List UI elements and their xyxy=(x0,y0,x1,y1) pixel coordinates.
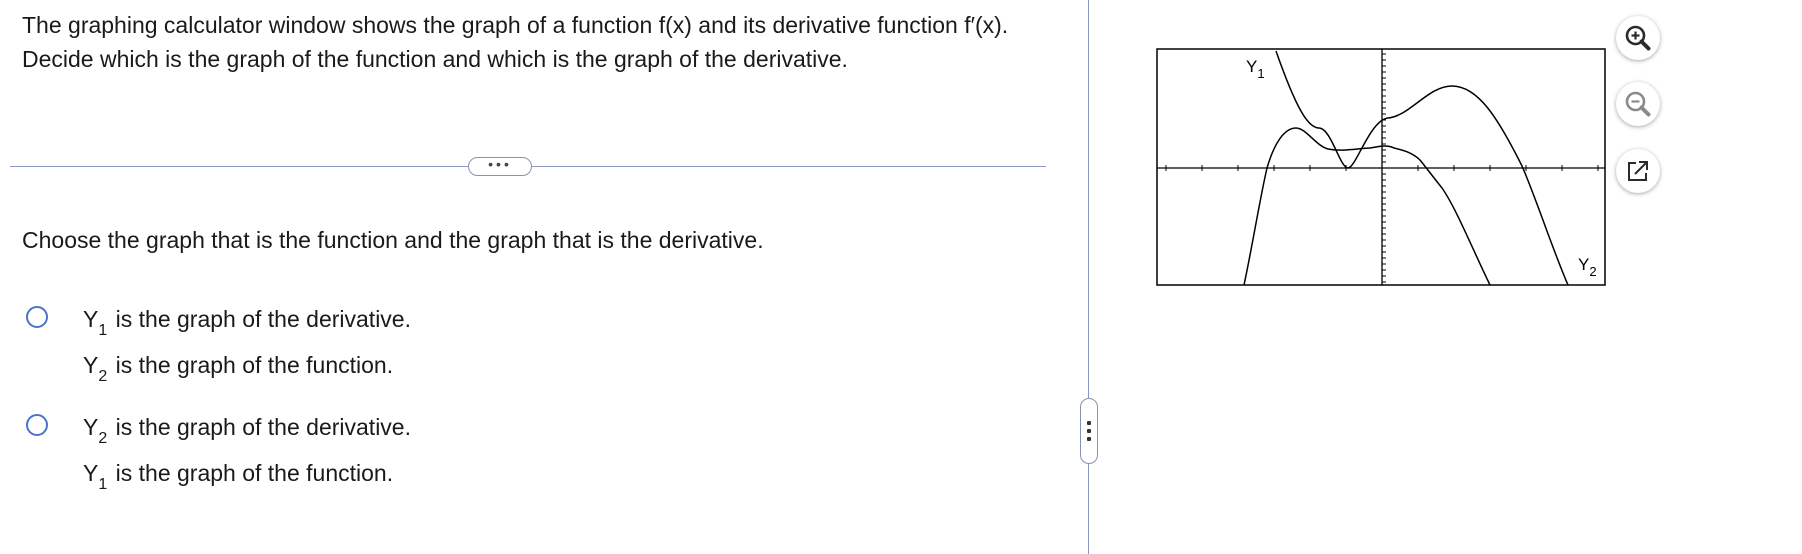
option-text: Y2 is the graph of the derivative. Y1 is… xyxy=(83,406,583,498)
popout-icon xyxy=(1628,161,1648,181)
option-line-text: is the graph of the function. xyxy=(109,460,394,486)
zoom-in-icon xyxy=(1625,25,1651,51)
option-line: Y1 is the graph of the derivative. xyxy=(83,298,583,344)
subscript: 1 xyxy=(98,476,108,493)
option-line: Y1 is the graph of the function. xyxy=(83,452,583,498)
splitter-handle[interactable] xyxy=(1080,398,1098,464)
page: The graphing calculator window shows the… xyxy=(0,0,1802,554)
option-line: Y2 is the graph of the derivative. xyxy=(83,406,583,452)
zoom-out-button[interactable] xyxy=(1616,82,1660,126)
series-letter: Y xyxy=(83,460,99,486)
expand-button[interactable]: ••• xyxy=(468,157,532,176)
series-letter: Y xyxy=(83,414,99,440)
subscript: 1 xyxy=(98,322,108,339)
radio-button[interactable] xyxy=(26,306,48,328)
option-line-text: is the graph of the function. xyxy=(109,352,394,378)
series-letter: Y xyxy=(83,352,99,378)
graph-frame xyxy=(1156,48,1606,286)
pane-splitter xyxy=(1088,0,1089,554)
series-letter: Y xyxy=(83,306,99,332)
prompt-text: Choose the graph that is the function an… xyxy=(22,227,764,253)
zoom-in-button[interactable] xyxy=(1616,16,1660,60)
option-line-text: is the graph of the derivative. xyxy=(109,306,411,332)
option-line-text: is the graph of the derivative. xyxy=(109,414,411,440)
subscript: 2 xyxy=(98,430,108,447)
calculator-graph: Y1 Y2 xyxy=(1156,48,1606,286)
popout-button[interactable] xyxy=(1616,149,1660,193)
subscript: 2 xyxy=(98,368,108,385)
radio-button[interactable] xyxy=(26,414,48,436)
option-line: Y2 is the graph of the function. xyxy=(83,344,583,390)
option-text: Y1 is the graph of the derivative. Y2 is… xyxy=(83,298,583,390)
question-text: The graphing calculator window shows the… xyxy=(22,12,1009,72)
zoom-out-icon xyxy=(1625,91,1651,117)
question-pane: The graphing calculator window shows the… xyxy=(0,0,1088,554)
